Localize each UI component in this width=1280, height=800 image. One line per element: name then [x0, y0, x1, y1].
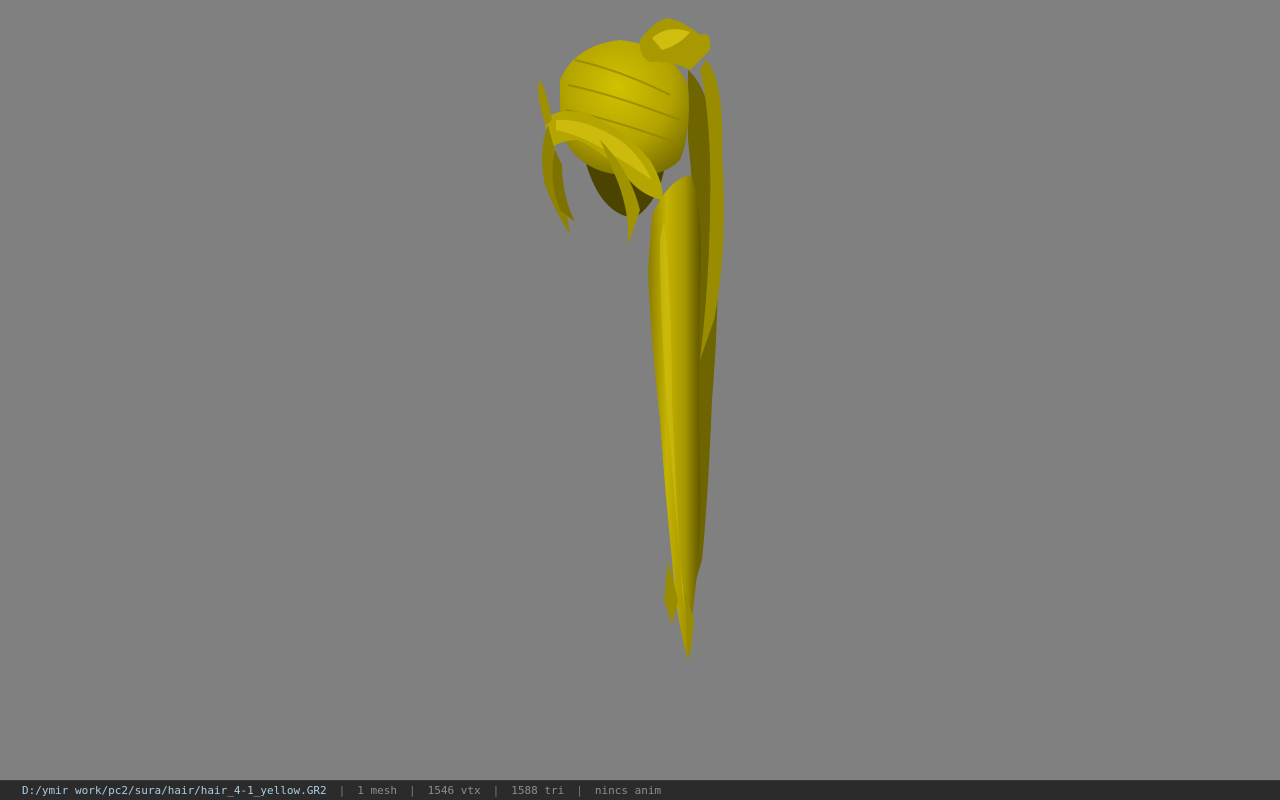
status-mesh-count: 1 mesh — [357, 784, 398, 797]
hair-model-render[interactable] — [0, 0, 1280, 780]
status-separator: | — [409, 784, 416, 797]
status-separator: | — [576, 784, 583, 797]
status-triangle-count: 1588 tri — [511, 784, 565, 797]
status-bar: D:/ymir work/pc2/sura/hair/hair_4-1_yell… — [0, 780, 1280, 800]
left-strand-2 — [538, 80, 552, 125]
status-vertex-count: 1546 vtx — [427, 784, 481, 797]
status-animation: nincs anim — [594, 784, 662, 797]
left-strand-3 — [552, 150, 575, 222]
status-separator: | — [338, 784, 346, 797]
status-file-path: D:/ymir work/pc2/sura/hair/hair_4-1_yell… — [22, 784, 327, 797]
3d-viewport[interactable] — [0, 0, 1280, 780]
status-separator: | — [492, 784, 500, 797]
